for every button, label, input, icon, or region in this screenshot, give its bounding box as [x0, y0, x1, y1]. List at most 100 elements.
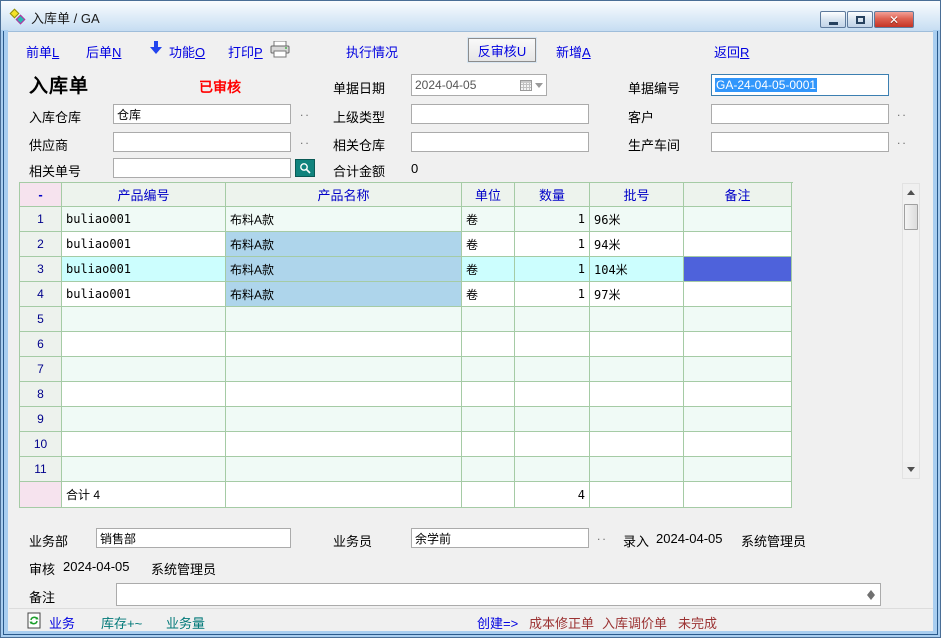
- product-name-cell[interactable]: [226, 307, 462, 332]
- note-cell[interactable]: [684, 232, 792, 257]
- note-cell[interactable]: [684, 332, 792, 357]
- batch-cell[interactable]: [590, 457, 684, 482]
- note-cell[interactable]: [684, 407, 792, 432]
- grid-scrollbar[interactable]: [902, 183, 920, 479]
- batch-cell[interactable]: 104米: [590, 257, 684, 282]
- row-number-cell[interactable]: 6: [20, 332, 62, 357]
- status-biz-link[interactable]: 业务: [49, 613, 75, 632]
- row-number-cell[interactable]: 9: [20, 407, 62, 432]
- return-link[interactable]: 返回R: [714, 42, 749, 61]
- quantity-cell[interactable]: [515, 357, 590, 382]
- quantity-cell[interactable]: [515, 457, 590, 482]
- batch-cell[interactable]: [590, 382, 684, 407]
- warehouse-field[interactable]: 仓库: [113, 104, 291, 124]
- execution-status-link[interactable]: 执行情况: [346, 42, 398, 61]
- quantity-cell[interactable]: 1: [515, 282, 590, 307]
- add-new-link[interactable]: 新增A: [556, 42, 591, 61]
- note-field[interactable]: [116, 583, 881, 606]
- status-biz-qty-link[interactable]: 业务量: [166, 613, 205, 632]
- note-cell[interactable]: [684, 382, 792, 407]
- row-number-cell[interactable]: 2: [20, 232, 62, 257]
- grid-column-header[interactable]: 产品名称: [226, 183, 462, 207]
- quantity-cell[interactable]: [515, 307, 590, 332]
- product-name-cell[interactable]: [226, 332, 462, 357]
- row-number-cell[interactable]: 10: [20, 432, 62, 457]
- row-number-cell[interactable]: 11: [20, 457, 62, 482]
- product-code-cell[interactable]: buliao001: [62, 207, 226, 232]
- doc-no-field[interactable]: GA-24-04-05-0001: [711, 74, 889, 96]
- product-code-cell[interactable]: [62, 332, 226, 357]
- unit-cell[interactable]: [462, 457, 515, 482]
- grid-column-header[interactable]: -: [20, 183, 62, 207]
- row-number-cell[interactable]: 1: [20, 207, 62, 232]
- grid-column-header[interactable]: 数量: [515, 183, 590, 207]
- grid-column-header[interactable]: 产品编号: [62, 183, 226, 207]
- unit-cell[interactable]: [462, 382, 515, 407]
- note-cell[interactable]: [684, 207, 792, 232]
- note-cell[interactable]: [684, 282, 792, 307]
- product-name-cell[interactable]: [226, 382, 462, 407]
- prev-doc-link[interactable]: 前单L: [26, 42, 59, 61]
- grid-column-header[interactable]: 单位: [462, 183, 515, 207]
- grid-column-header[interactable]: 备注: [684, 183, 792, 207]
- warehouse-lookup-dots[interactable]: ..: [300, 105, 311, 119]
- product-code-cell[interactable]: buliao001: [62, 257, 226, 282]
- product-code-cell[interactable]: buliao001: [62, 282, 226, 307]
- printer-icon[interactable]: [269, 41, 291, 61]
- status-cost-fix-link[interactable]: 成本修正单: [529, 613, 594, 632]
- product-name-cell[interactable]: 布料A款: [226, 257, 462, 282]
- note-cell[interactable]: [684, 357, 792, 382]
- row-number-cell[interactable]: 3: [20, 257, 62, 282]
- parent-type-field[interactable]: [411, 104, 589, 124]
- note-cell[interactable]: [684, 307, 792, 332]
- product-name-cell[interactable]: [226, 357, 462, 382]
- product-name-cell[interactable]: 布料A款: [226, 282, 462, 307]
- note-cell[interactable]: [684, 257, 792, 282]
- row-number-cell[interactable]: 4: [20, 282, 62, 307]
- row-number-cell[interactable]: 8: [20, 382, 62, 407]
- supplier-field[interactable]: [113, 132, 291, 152]
- quantity-cell[interactable]: 1: [515, 257, 590, 282]
- close-button[interactable]: ✕: [874, 11, 914, 28]
- unit-cell[interactable]: [462, 407, 515, 432]
- refresh-doc-icon[interactable]: [26, 612, 42, 632]
- function-menu-link[interactable]: 功能O: [169, 42, 205, 61]
- product-code-cell[interactable]: [62, 407, 226, 432]
- product-name-cell[interactable]: 布料A款: [226, 207, 462, 232]
- supplier-lookup-dots[interactable]: ..: [300, 133, 311, 147]
- unit-cell[interactable]: [462, 307, 515, 332]
- batch-cell[interactable]: 94米: [590, 232, 684, 257]
- note-spinner[interactable]: [864, 586, 878, 602]
- calendar-icon[interactable]: [520, 79, 543, 92]
- batch-cell[interactable]: [590, 332, 684, 357]
- quantity-cell[interactable]: [515, 382, 590, 407]
- batch-cell[interactable]: 97米: [590, 282, 684, 307]
- search-icon[interactable]: [295, 159, 315, 177]
- unit-cell[interactable]: 卷: [462, 207, 515, 232]
- row-number-cell[interactable]: 7: [20, 357, 62, 382]
- unaudit-button[interactable]: 反审核U: [468, 38, 536, 62]
- workshop-lookup-dots[interactable]: ..: [897, 133, 908, 147]
- product-code-cell[interactable]: buliao001: [62, 232, 226, 257]
- batch-cell[interactable]: [590, 357, 684, 382]
- salesman-lookup-dots[interactable]: ..: [597, 529, 608, 543]
- unit-cell[interactable]: [462, 332, 515, 357]
- note-cell[interactable]: [684, 457, 792, 482]
- batch-cell[interactable]: [590, 407, 684, 432]
- quantity-cell[interactable]: 1: [515, 232, 590, 257]
- product-code-cell[interactable]: [62, 432, 226, 457]
- product-code-cell[interactable]: [62, 382, 226, 407]
- quantity-cell[interactable]: [515, 332, 590, 357]
- product-name-cell[interactable]: [226, 432, 462, 457]
- note-cell[interactable]: [684, 432, 792, 457]
- unit-cell[interactable]: 卷: [462, 232, 515, 257]
- next-doc-link[interactable]: 后单N: [86, 42, 121, 61]
- product-code-cell[interactable]: [62, 307, 226, 332]
- grid-column-header[interactable]: 批号: [590, 183, 684, 207]
- product-name-cell[interactable]: [226, 407, 462, 432]
- scroll-down-button[interactable]: [903, 462, 919, 478]
- status-stock-link[interactable]: 库存+~: [101, 613, 142, 632]
- status-create-link[interactable]: 创建=>: [477, 613, 518, 632]
- unit-cell[interactable]: 卷: [462, 282, 515, 307]
- related-no-field[interactable]: [113, 158, 291, 178]
